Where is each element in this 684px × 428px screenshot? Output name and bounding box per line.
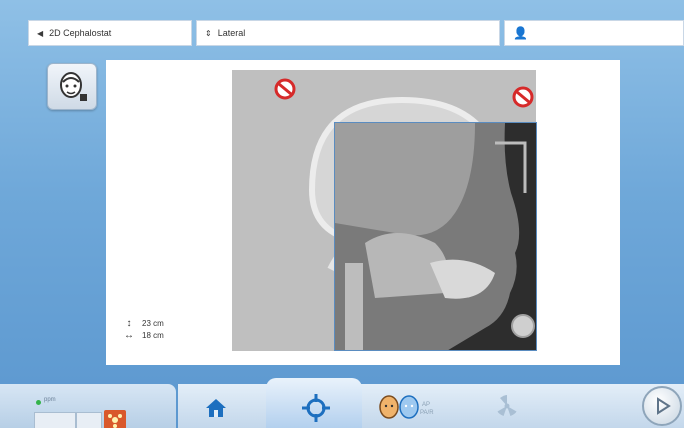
status-label: ppm [44, 397, 56, 403]
series-label-ap: AP [422, 402, 431, 408]
width-value: 18 cm [142, 331, 164, 340]
top-selector-bar: ◀ 2D Cephalostat ⇕ Lateral 👤 [28, 20, 684, 46]
forbidden-icon [274, 78, 296, 100]
projection-selector[interactable]: ⇕ Lateral [196, 20, 500, 46]
image-dimensions: ↕ 23 cm ↔ 18 cm [122, 318, 164, 342]
image-preview-area: ↕ 23 cm ↔ 18 cm [106, 60, 620, 365]
up-down-arrow-icon: ⇕ [205, 28, 212, 38]
program-selector[interactable]: ◀ 2D Cephalostat [28, 20, 192, 46]
patient-head-icon[interactable] [378, 394, 400, 420]
collimated-exposure-field[interactable] [334, 122, 537, 351]
start-exposure-button[interactable] [642, 386, 682, 426]
left-triangle-icon: ◀ [37, 28, 44, 38]
home-icon[interactable] [204, 396, 228, 420]
radiation-icon [108, 414, 122, 428]
projection-label: Lateral [217, 28, 246, 38]
vertical-arrow-icon: ↕ [126, 318, 132, 329]
head-profile-button[interactable] [47, 63, 97, 110]
navigation-panel [178, 384, 684, 428]
patient-head-outline-icon[interactable] [398, 394, 420, 420]
height-value: 23 cm [142, 319, 164, 328]
status-button-2[interactable] [76, 412, 102, 428]
program-label: 2D Cephalostat [49, 28, 112, 38]
positioning-crosshair-icon[interactable] [302, 394, 330, 422]
radiation-symbol-icon[interactable] [494, 394, 520, 418]
bottom-toolbar: ppm AP PA/R [0, 378, 684, 428]
radiation-warning-button[interactable] [104, 410, 126, 428]
status-button[interactable] [34, 412, 76, 428]
series-label-pa: PA/R [420, 410, 434, 416]
standing-person-icon: 👤 [513, 26, 528, 40]
head-profile-icon [60, 71, 87, 101]
lateral-head-xray [335, 123, 536, 350]
status-panel: ppm [0, 384, 176, 428]
patient-position-selector[interactable]: 👤 [504, 20, 684, 46]
status-indicator [36, 400, 41, 405]
play-icon [657, 397, 671, 415]
horizontal-arrow-icon: ↔ [124, 330, 134, 341]
forbidden-icon [512, 86, 534, 108]
